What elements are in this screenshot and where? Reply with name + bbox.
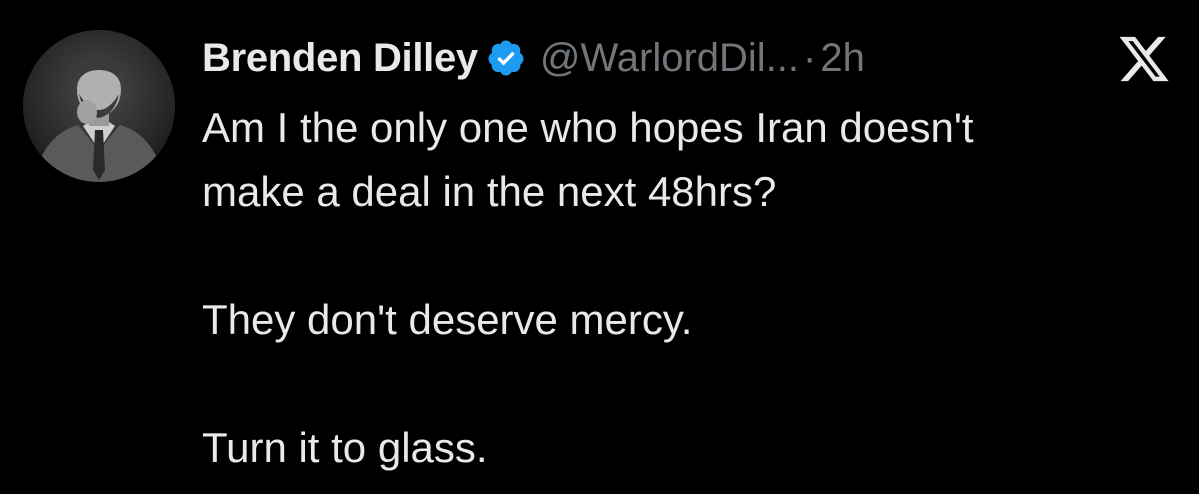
tweet-line: Turn it to glass.	[202, 424, 488, 471]
tweet-text: Am I the only one who hopes Iran doesn't…	[202, 96, 1162, 480]
tweet-header: Brenden Dilley @WarlordDil... · 2h	[202, 28, 865, 88]
verified-badge-icon[interactable]	[486, 38, 526, 78]
author-handle[interactable]: @WarlordDil...	[540, 36, 799, 81]
tweet-card: Brenden Dilley @WarlordDil... · 2h Am I …	[0, 0, 1199, 494]
author-display-name[interactable]: Brenden Dilley	[202, 36, 478, 81]
tweet-timestamp[interactable]: 2h	[820, 36, 865, 81]
tweet-line: Am I the only one who hopes Iran doesn't	[202, 104, 974, 151]
avatar[interactable]	[23, 30, 175, 182]
separator-dot: ·	[803, 35, 817, 80]
tweet-line: make a deal in the next 48hrs?	[202, 168, 777, 215]
x-logo-icon	[1116, 34, 1172, 84]
tweet-line: They don't deserve mercy.	[202, 296, 693, 343]
avatar-photo	[23, 30, 175, 182]
